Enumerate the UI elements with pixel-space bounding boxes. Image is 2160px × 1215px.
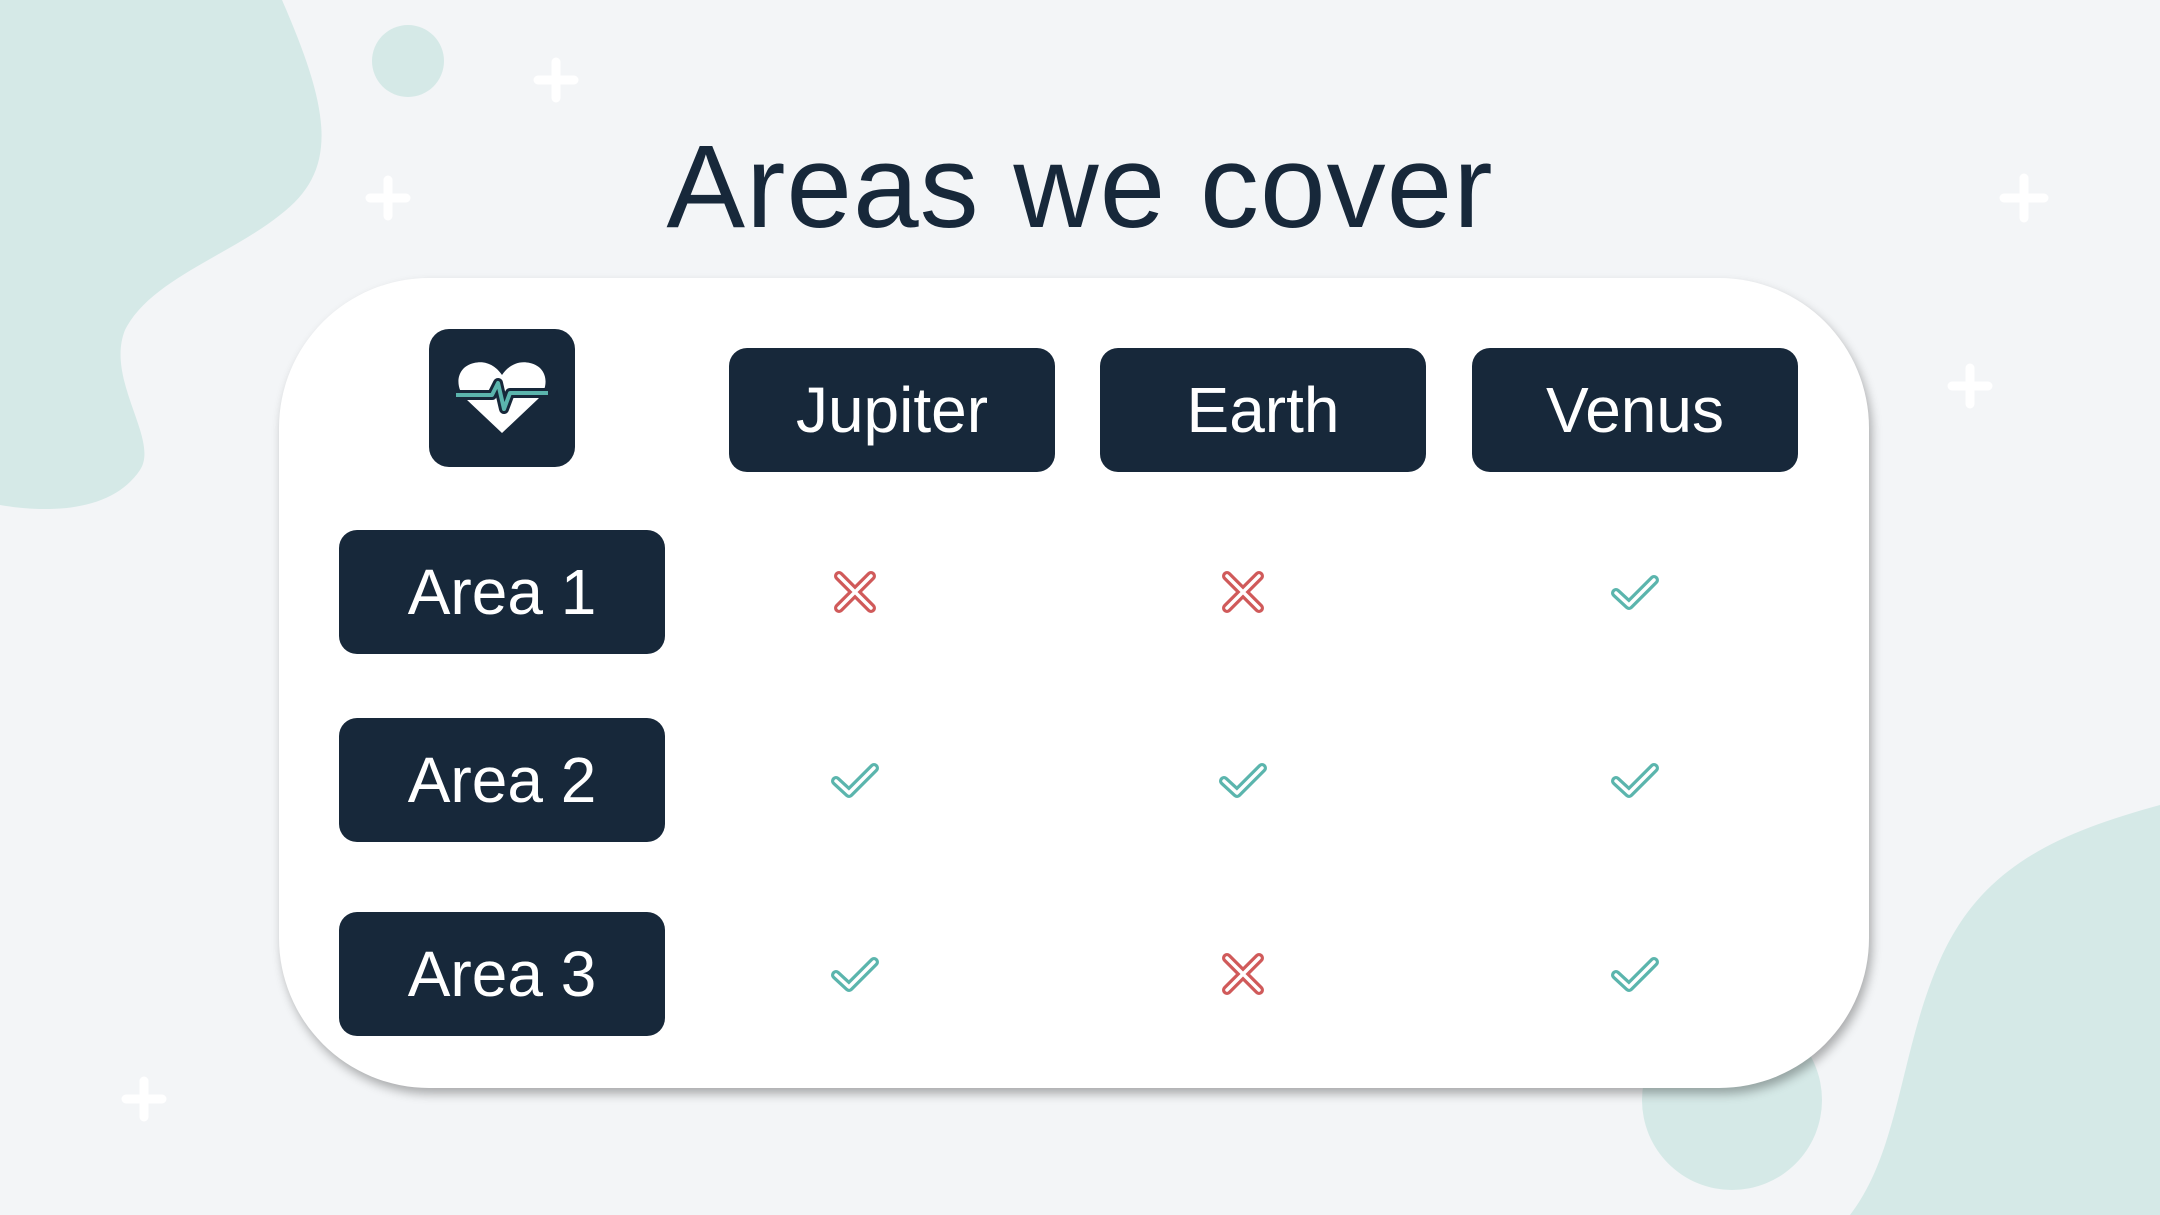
logo-tile xyxy=(429,329,575,467)
column-header-venus: Venus xyxy=(1472,348,1798,472)
check-icon xyxy=(831,957,879,992)
cross-icon xyxy=(834,571,876,613)
column-header-jupiter: Jupiter xyxy=(729,348,1055,472)
row-label-area-1: Area 1 xyxy=(339,530,665,654)
column-header-earth: Earth xyxy=(1100,348,1426,472)
top-left-blob xyxy=(0,0,322,510)
check-icon xyxy=(1611,957,1659,992)
top-small-circle xyxy=(372,25,444,97)
slide-title: Areas we cover xyxy=(666,121,1494,253)
check-icon xyxy=(1611,575,1659,610)
row-label-area-3: Area 3 xyxy=(339,912,665,1036)
cross-icon xyxy=(1222,953,1264,995)
heart-pulse-icon xyxy=(456,362,548,433)
row-label-area-2: Area 2 xyxy=(339,718,665,842)
cross-icon xyxy=(1222,571,1264,613)
check-icon xyxy=(831,763,879,798)
bottom-right-blob xyxy=(1850,805,2160,1215)
check-icon xyxy=(1611,763,1659,798)
check-icon xyxy=(1219,763,1267,798)
